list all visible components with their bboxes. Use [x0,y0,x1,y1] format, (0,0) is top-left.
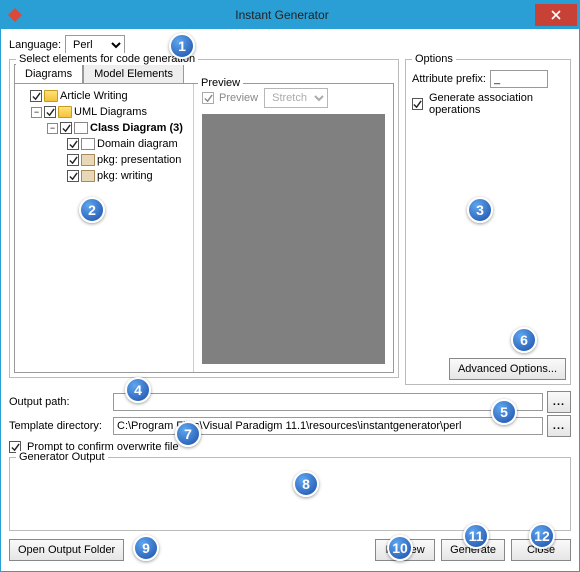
preview-legend: Preview [198,77,243,89]
options-legend: Options [412,53,456,65]
close-button[interactable]: Close [511,539,571,561]
generator-output-legend: Generator Output [16,451,108,463]
output-path-input[interactable] [113,393,543,411]
generate-button[interactable]: Generate [441,539,505,561]
diagram-icon [81,138,95,150]
element-tree[interactable]: Article Writing − UML Diagrams − [15,84,193,372]
folder-icon [58,106,72,118]
tree-item: pkg: writing [17,168,191,184]
open-output-folder-button[interactable]: Open Output Folder [9,539,124,561]
select-elements-legend: Select elements for code generation [16,53,198,65]
output-path-browse-button[interactable]: ... [547,391,571,413]
advanced-options-button[interactable]: Advanced Options... [449,358,566,380]
preview-mode-select: Stretch [264,88,328,108]
language-label: Language: [9,39,61,51]
tree-checkbox[interactable] [30,90,42,102]
tree-checkbox[interactable] [67,138,79,150]
tree-checkbox[interactable] [67,170,79,182]
package-icon [81,154,95,166]
template-dir-input[interactable] [113,417,543,435]
tree-checkbox[interactable] [67,154,79,166]
tab-diagrams[interactable]: Diagrams [14,64,83,83]
gen-assoc-checkbox[interactable]: Generate association operations [412,92,564,116]
diagram-icon [74,122,88,134]
window-title: Instant Generator [29,8,535,22]
tree-checkbox[interactable] [60,122,72,134]
preview-button[interactable]: Preview [375,539,435,561]
collapse-icon[interactable]: − [31,107,42,118]
template-dir-label: Template directory: [9,420,105,432]
window-close-button[interactable] [535,4,577,26]
language-select[interactable]: Perl [65,35,125,55]
attr-prefix-label: Attribute prefix: [412,73,486,85]
package-icon [81,170,95,182]
folder-icon [44,90,58,102]
collapse-icon[interactable]: − [47,123,58,134]
tab-model-elements[interactable]: Model Elements [83,64,184,83]
tree-item: Article Writing [17,88,191,104]
template-dir-browse-button[interactable]: ... [547,415,571,437]
attr-prefix-input[interactable] [490,70,548,88]
tree-checkbox[interactable] [44,106,56,118]
output-path-label: Output path: [9,396,105,408]
titlebar: Instant Generator [1,1,579,29]
preview-area [202,114,385,364]
app-icon [7,7,23,23]
preview-toggle[interactable]: Preview [202,92,258,104]
tree-item: − Class Diagram (3) [17,120,191,136]
tree-item: Domain diagram [17,136,191,152]
tree-item: − UML Diagrams [17,104,191,120]
tree-item: pkg: presentation [17,152,191,168]
